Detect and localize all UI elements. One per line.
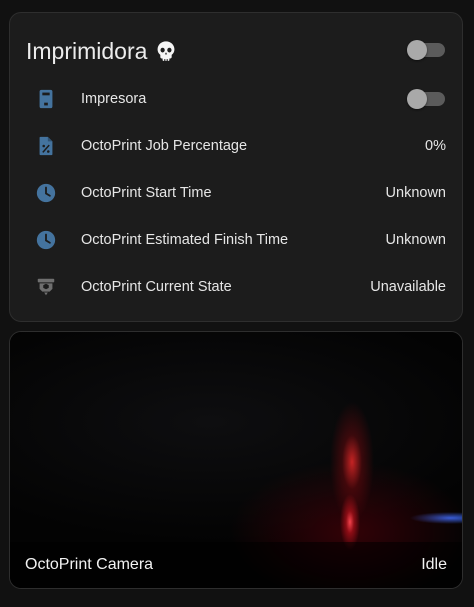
camera-card[interactable]: OctoPrint Camera Idle — [9, 331, 463, 589]
card-header: Imprimidora — [26, 33, 446, 69]
card-title: Imprimidora — [26, 37, 148, 64]
entity-value: 0% — [425, 138, 446, 154]
entity-label: OctoPrint Job Percentage — [81, 138, 248, 154]
entity-value: Unavailable — [370, 279, 446, 295]
entity-value: Unknown — [385, 232, 446, 248]
toggle-knob — [407, 40, 427, 60]
entity-row-impresora[interactable]: Impresora — [10, 79, 462, 119]
camera-footer: OctoPrint Camera Idle — [10, 542, 462, 588]
clock-icon — [34, 181, 58, 205]
card-header-toggle[interactable] — [407, 40, 445, 60]
printer-3d-icon — [34, 87, 58, 111]
entity-label: OctoPrint Estimated Finish Time — [81, 232, 289, 248]
camera-title: OctoPrint Camera — [25, 556, 154, 573]
skull-icon — [155, 40, 177, 62]
toggle-knob — [407, 89, 427, 109]
entity-row-current-state[interactable]: OctoPrint Current State Unavailable — [10, 267, 462, 307]
entity-row-job-percentage[interactable]: OctoPrint Job Percentage 0% — [10, 126, 462, 166]
file-percent-icon — [34, 134, 58, 158]
entity-row-estimated-finish-time[interactable]: OctoPrint Estimated Finish Time Unknown — [10, 220, 462, 260]
printer-3d-nozzle-icon — [34, 275, 58, 299]
entity-row-start-time[interactable]: OctoPrint Start Time Unknown — [10, 173, 462, 213]
entity-value: Unknown — [385, 185, 446, 201]
clock-icon — [34, 228, 58, 252]
entities-card: Imprimidora Impresora OctoPrint Job Perc… — [9, 12, 463, 322]
entity-label: OctoPrint Start Time — [81, 185, 212, 201]
impresora-toggle[interactable] — [407, 89, 445, 109]
entity-label: Impresora — [81, 91, 147, 107]
entity-label: OctoPrint Current State — [81, 279, 232, 295]
camera-state: Idle — [421, 556, 447, 573]
